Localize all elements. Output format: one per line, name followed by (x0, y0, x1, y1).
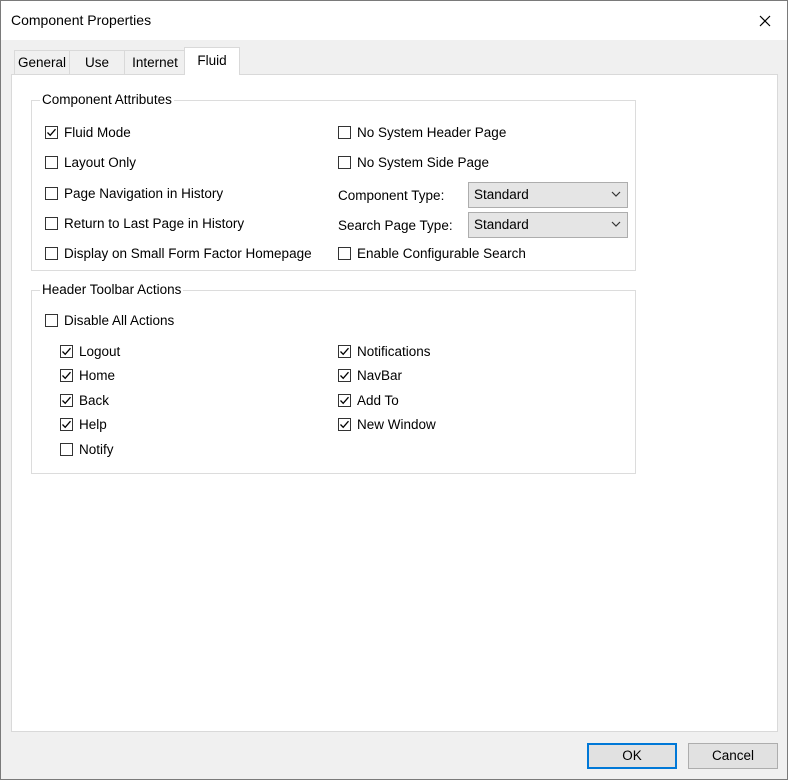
checkmark-icon (47, 128, 56, 137)
checkbox-box (338, 247, 351, 260)
checkmark-icon (340, 347, 349, 356)
fluid-tab-panel: Component Attributes Fluid Mode Layout O… (11, 74, 778, 732)
checkbox-box (45, 187, 58, 200)
title-bar: Component Properties (1, 1, 787, 40)
add-to-label: Add To (357, 393, 399, 408)
chevron-down-icon (611, 221, 621, 227)
checkbox-box (45, 217, 58, 230)
search-page-type-label: Search Page Type: (338, 218, 453, 233)
checkmark-icon (62, 347, 71, 356)
logout-label: Logout (79, 344, 121, 359)
header-toolbar-actions-group: Header Toolbar Actions Disable All Actio… (31, 282, 636, 474)
help-checkbox[interactable]: Help (60, 417, 107, 432)
no-system-side-page-label: No System Side Page (357, 155, 490, 170)
checkbox-box (338, 369, 351, 382)
notifications-label: Notifications (357, 344, 431, 359)
component-attributes-title: Component Attributes (40, 92, 174, 108)
cancel-button-label: Cancel (711, 748, 755, 763)
search-page-type-value: Standard (474, 217, 529, 232)
search-page-type-select[interactable]: Standard (468, 212, 628, 238)
component-type-label: Component Type: (338, 188, 445, 203)
window-title: Component Properties (11, 12, 152, 28)
checkmark-icon (62, 371, 71, 380)
no-system-side-page-checkbox[interactable]: No System Side Page (338, 155, 489, 170)
tab-fluid-label: Fluid (197, 53, 227, 68)
disable-all-actions-label: Disable All Actions (64, 313, 175, 328)
fluid-mode-checkbox[interactable]: Fluid Mode (45, 125, 131, 140)
checkbox-box (338, 418, 351, 431)
checkbox-box (45, 314, 58, 327)
disable-all-actions-checkbox[interactable]: Disable All Actions (45, 313, 174, 328)
tab-use-label: Use (84, 55, 109, 70)
checkmark-icon (340, 420, 349, 429)
home-checkbox[interactable]: Home (60, 368, 115, 383)
back-checkbox[interactable]: Back (60, 393, 109, 408)
header-toolbar-actions-title: Header Toolbar Actions (40, 282, 184, 298)
component-attributes-group: Component Attributes Fluid Mode Layout O… (31, 92, 636, 271)
layout-only-label: Layout Only (64, 155, 137, 170)
close-icon (759, 15, 771, 26)
notifications-checkbox[interactable]: Notifications (338, 344, 431, 359)
checkbox-box (60, 443, 73, 456)
display-small-form-factor-checkbox[interactable]: Display on Small Form Factor Homepage (45, 246, 312, 261)
tab-fluid[interactable]: Fluid (184, 47, 240, 75)
notify-checkbox[interactable]: Notify (60, 442, 114, 457)
return-to-last-page-checkbox[interactable]: Return to Last Page in History (45, 216, 244, 231)
return-to-last-page-label: Return to Last Page in History (64, 216, 245, 231)
checkbox-box (60, 394, 73, 407)
navbar-label: NavBar (357, 368, 403, 383)
checkbox-box (338, 394, 351, 407)
new-window-checkbox[interactable]: New Window (338, 417, 436, 432)
display-small-form-factor-label: Display on Small Form Factor Homepage (64, 246, 312, 261)
checkmark-icon (340, 371, 349, 380)
notify-label: Notify (79, 442, 114, 457)
enable-configurable-search-checkbox[interactable]: Enable Configurable Search (338, 246, 526, 261)
checkbox-box (45, 126, 58, 139)
component-type-select[interactable]: Standard (468, 182, 628, 208)
no-system-header-page-label: No System Header Page (357, 125, 507, 140)
navbar-checkbox[interactable]: NavBar (338, 368, 402, 383)
add-to-checkbox[interactable]: Add To (338, 393, 399, 408)
back-label: Back (79, 393, 110, 408)
tab-use[interactable]: Use (69, 50, 125, 74)
checkmark-icon (340, 396, 349, 405)
checkbox-box (45, 247, 58, 260)
ok-button[interactable]: OK (587, 743, 677, 769)
new-window-label: New Window (357, 417, 436, 432)
component-properties-dialog: Component Properties General Use Interne… (0, 0, 788, 780)
checkmark-icon (62, 396, 71, 405)
no-system-header-page-checkbox[interactable]: No System Header Page (338, 125, 506, 140)
cancel-button[interactable]: Cancel (688, 743, 778, 769)
checkbox-box (338, 156, 351, 169)
chevron-down-icon (611, 191, 621, 197)
checkbox-box (338, 126, 351, 139)
checkbox-box (60, 345, 73, 358)
checkbox-box (45, 156, 58, 169)
close-button[interactable] (743, 1, 787, 40)
logout-checkbox[interactable]: Logout (60, 344, 120, 359)
checkbox-box (60, 418, 73, 431)
page-navigation-history-label: Page Navigation in History (64, 186, 224, 201)
help-label: Help (79, 417, 107, 432)
tab-internet-label: Internet (132, 55, 178, 70)
home-label: Home (79, 368, 116, 383)
tab-general[interactable]: General (14, 50, 70, 74)
component-type-value: Standard (474, 187, 529, 202)
checkbox-box (338, 345, 351, 358)
ok-button-label: OK (622, 748, 642, 763)
layout-only-checkbox[interactable]: Layout Only (45, 155, 136, 170)
checkmark-icon (62, 420, 71, 429)
fluid-mode-label: Fluid Mode (64, 125, 131, 140)
tab-internet[interactable]: Internet (124, 50, 186, 74)
enable-configurable-search-label: Enable Configurable Search (357, 246, 526, 261)
tab-general-label: General (17, 55, 67, 70)
checkbox-box (60, 369, 73, 382)
page-navigation-history-checkbox[interactable]: Page Navigation in History (45, 186, 223, 201)
